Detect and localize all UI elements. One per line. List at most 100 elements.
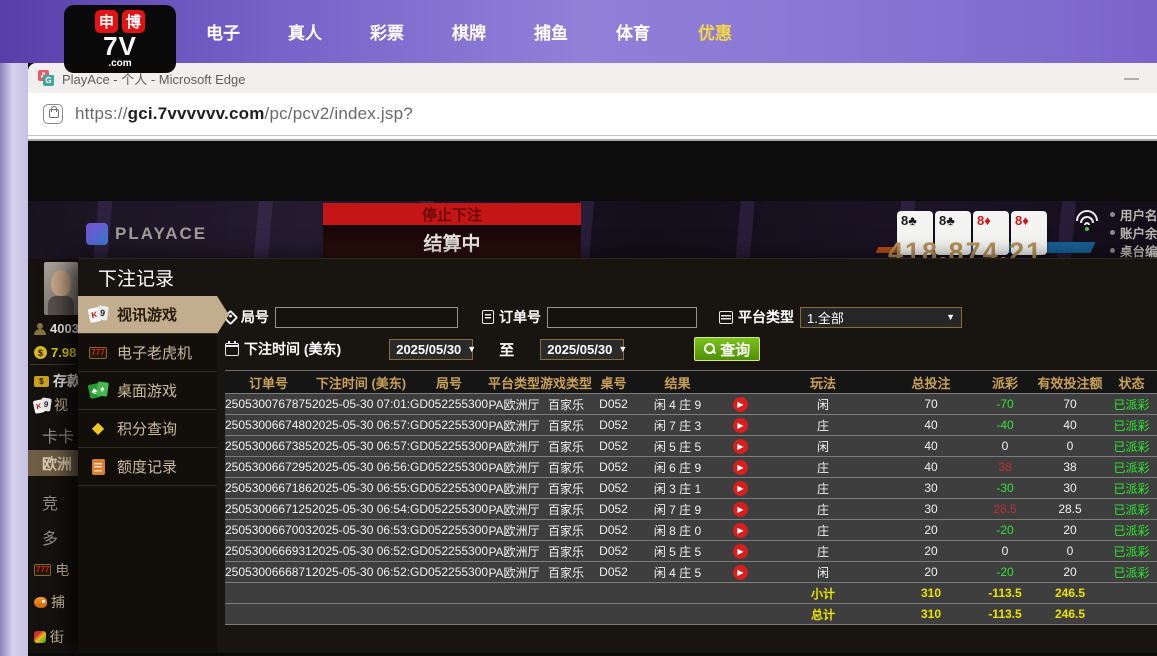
cell-round: GD052255300PL	[410, 502, 488, 516]
cell-platform: PA欧洲厅	[488, 396, 540, 413]
greencards-icon	[87, 382, 109, 400]
cell-time: 2025-05-30 06:57:00	[312, 439, 410, 453]
playace-brand-text: PLAYACE	[115, 224, 207, 244]
nav-item-6[interactable]: 体育	[592, 19, 674, 44]
tab-桌面游戏[interactable]: 桌面游戏	[78, 372, 217, 410]
tab-额度记录[interactable]: 额度记录	[78, 448, 217, 486]
cell-order: 250530066712593	[225, 502, 312, 516]
date-from-select[interactable]: 2025/05/30 ▼	[389, 339, 473, 360]
cell-play: ▶	[720, 417, 760, 433]
play-video-button[interactable]: ▶	[733, 439, 748, 454]
minimize-button[interactable]: —	[1118, 70, 1145, 87]
sidebar-item-label: 街	[50, 627, 64, 647]
tab-积分查询[interactable]: ◆积分查询	[78, 410, 217, 448]
cell-payout: -30	[976, 481, 1034, 495]
nav-item-3[interactable]: 彩票	[346, 19, 428, 44]
play-video-button[interactable]: ▶	[733, 418, 748, 433]
cell-platform: PA欧洲厅	[488, 522, 540, 539]
nav-item-7[interactable]: 优惠	[674, 19, 756, 44]
avatar[interactable]	[44, 262, 78, 315]
round-label: 局号	[225, 307, 269, 327]
platform-select[interactable]: 1.全部 ▼	[800, 307, 962, 328]
play-video-button[interactable]: ▶	[733, 481, 748, 496]
play-video-button[interactable]: ▶	[733, 544, 748, 559]
play-video-button[interactable]: ▶	[733, 397, 748, 412]
account-row-1: 账户余额	[1110, 223, 1157, 241]
table-row: 2505300667385102025-05-30 06:57:00GD0522…	[225, 436, 1157, 457]
browser-window: A G PlayAce - 个人 - Microsoft Edge — http…	[28, 63, 1157, 656]
url-domain: gci.7vvvvvv.com	[128, 104, 265, 123]
sidebar-item-7[interactable]: 街	[34, 627, 64, 647]
grand-total-cell-total: 310	[886, 607, 976, 621]
column-header: 玩法	[760, 373, 886, 392]
table-row: 2505300667186802025-05-30 06:55:17GD0522…	[225, 478, 1157, 499]
cell-status: 已派彩	[1106, 480, 1157, 497]
cell-payout: -40	[976, 418, 1034, 432]
browser-urlbar[interactable]: https://gci.7vvvvvv.com/pc/pcv2/index.js…	[28, 93, 1157, 136]
lock-icon[interactable]	[43, 104, 63, 124]
sidebar-item-0[interactable]: 视	[34, 395, 68, 415]
kcard-icon	[34, 398, 50, 413]
search-button[interactable]: 查询	[694, 337, 760, 361]
nav-item-4[interactable]: 棋牌	[428, 19, 510, 44]
cell-play: ▶	[720, 396, 760, 412]
table-row: 2505300666931812025-05-30 06:52:58GD0522…	[225, 541, 1157, 562]
url-text[interactable]: https://gci.7vvvvvv.com/pc/pcv2/index.js…	[75, 104, 413, 124]
cell-valid: 20	[1034, 565, 1106, 579]
doc-glyph	[92, 459, 105, 475]
banner-stop-betting: 停止下注	[323, 203, 581, 225]
cell-play: ▶	[720, 564, 760, 580]
cell-result: 闲 4 庄 5	[635, 564, 720, 581]
cell-status: 已派彩	[1106, 459, 1157, 476]
browser-titlebar[interactable]: A G PlayAce - 个人 - Microsoft Edge —	[28, 63, 1157, 93]
sidebar-item-5[interactable]: 777电	[34, 560, 69, 580]
balance-value: 7.98	[51, 345, 76, 360]
play-video-button[interactable]: ▶	[733, 523, 748, 538]
nav-item-1[interactable]: 电子	[182, 19, 264, 44]
tab-视讯游戏[interactable]: 视讯游戏	[78, 296, 217, 334]
cell-result: 闲 3 庄 1	[635, 480, 720, 497]
play-video-button[interactable]: ▶	[733, 460, 748, 475]
date-to-value: 2025/05/30	[547, 342, 612, 357]
cell-order: 250530066738510	[225, 439, 312, 453]
favicon-g-icon: G	[43, 75, 54, 86]
nav-item-5[interactable]: 捕鱼	[510, 19, 592, 44]
777-icon: 777	[87, 344, 109, 362]
cell-game: 百家乐	[540, 396, 592, 413]
sidebar-item-6[interactable]: 捕	[34, 592, 65, 612]
cell-valid: 20	[1034, 523, 1106, 537]
cell-platform: PA欧洲厅	[488, 501, 540, 518]
play-video-button[interactable]: ▶	[733, 502, 748, 517]
tab-电子老虎机[interactable]: 777电子老虎机	[78, 334, 217, 372]
tab-label: 额度记录	[117, 456, 177, 477]
order-input[interactable]	[547, 307, 697, 328]
sidebar-item-1[interactable]: 卡卡	[34, 423, 74, 447]
modal-content: 局号 订单号 平台类型 1.全部	[217, 296, 1157, 653]
cell-round: GD052255300PO	[410, 439, 488, 453]
nav-item-2[interactable]: 真人	[264, 19, 346, 44]
cell-time: 2025-05-30 06:54:43	[312, 502, 410, 516]
cell-total: 30	[886, 502, 976, 516]
bullet-icon	[1110, 212, 1115, 217]
deposit-button[interactable]: $ 存款	[34, 371, 81, 391]
tab-label: 视讯游戏	[117, 304, 177, 325]
sidebar-item-label: 电	[55, 560, 69, 580]
cell-payout: 38	[976, 460, 1034, 474]
cell-table: D052	[592, 565, 635, 579]
play-video-button[interactable]: ▶	[733, 565, 748, 580]
cell-game: 百家乐	[540, 438, 592, 455]
sidebar-item-3[interactable]: 竞	[34, 490, 58, 514]
account-label: 账户余额	[1120, 223, 1157, 242]
bullet-icon	[1110, 230, 1115, 235]
cell-time: 2025-05-30 06:52:58	[312, 544, 410, 558]
sidebar-item-label: 捕	[51, 592, 65, 612]
cards-icon	[87, 306, 109, 324]
site-logo[interactable]: 申 博 7V .com	[64, 5, 176, 73]
sidebar-item-4[interactable]: 多	[34, 525, 58, 549]
cell-bet: 闲	[760, 438, 886, 455]
sidebar-item-2[interactable]: 欧洲	[28, 450, 78, 476]
date-to-select[interactable]: 2025/05/30 ▼	[540, 339, 624, 360]
arc-icon	[34, 631, 46, 643]
column-header: 局号	[410, 373, 488, 392]
round-input[interactable]	[275, 307, 458, 328]
